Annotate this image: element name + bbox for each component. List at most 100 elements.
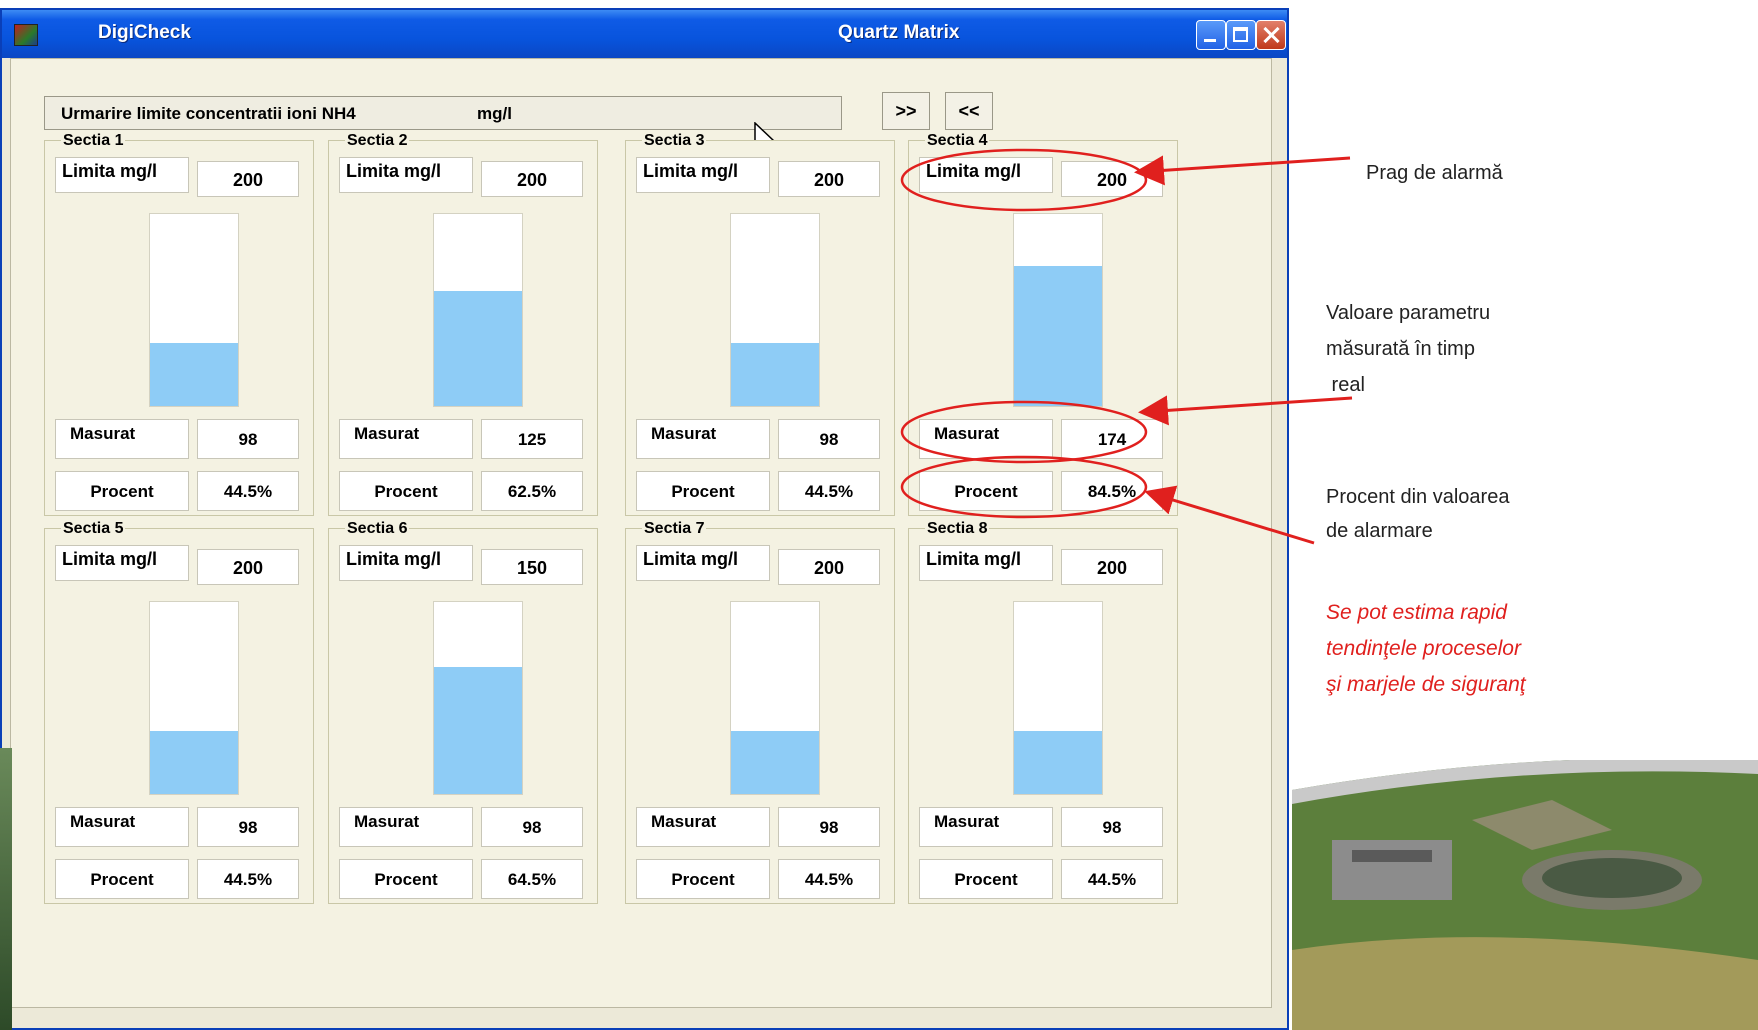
measured-label: Masurat [636, 807, 770, 847]
measured-value: 98 [1061, 807, 1163, 847]
percent-label: Procent [339, 471, 473, 511]
annotation-percent-line1: Procent din valoarea [1326, 486, 1510, 508]
background-photo-plant [1292, 760, 1758, 1030]
section-panel: Sectia 5 Limita mg/l 200 Masurat 98 Procent 44… [44, 520, 314, 904]
level-bar [730, 213, 820, 407]
percent-label: Procent [636, 471, 770, 511]
section-title: Sectia 8 [925, 520, 990, 538]
section-panel: Sectia 3 Limita mg/l 200 Masurat 98 Procent 44… [625, 132, 895, 516]
limit-value[interactable]: 150 [481, 549, 583, 585]
background-photo-left [0, 748, 12, 1030]
percent-label: Procent [919, 471, 1053, 511]
measured-label: Masurat [55, 807, 189, 847]
limit-label: Limita mg/l [919, 545, 1053, 581]
annotation-measured-value-line3: real [1326, 374, 1365, 396]
level-bar [433, 601, 523, 795]
section-title: Sectia 4 [925, 132, 990, 150]
level-bar-fill [1014, 265, 1102, 406]
percent-value: 44.5% [778, 471, 880, 511]
level-bar-fill [434, 667, 522, 794]
measured-label: Masurat [339, 419, 473, 459]
level-bar [1013, 601, 1103, 795]
level-bar [149, 601, 239, 795]
limit-value[interactable]: 200 [1061, 549, 1163, 585]
annotation-alarm-threshold: Prag de alarmă [1366, 162, 1503, 184]
limit-label: Limita mg/l [55, 157, 189, 193]
level-bar-fill [434, 290, 522, 406]
measured-label: Masurat [55, 419, 189, 459]
section-title: Sectia 1 [61, 132, 126, 150]
note-line2: tendinţele proceselor [1326, 637, 1521, 660]
limit-label: Limita mg/l [636, 157, 770, 193]
percent-value: 64.5% [481, 859, 583, 899]
level-bar-fill [150, 730, 238, 794]
measured-label: Masurat [919, 807, 1053, 847]
measured-value: 98 [778, 807, 880, 847]
limit-value[interactable]: 200 [481, 161, 583, 197]
level-bar-fill [150, 342, 238, 406]
app-icon [14, 24, 38, 46]
level-bar-fill [731, 342, 819, 406]
section-panel: Sectia 7 Limita mg/l 200 Masurat 98 Procent 44… [625, 520, 895, 904]
limit-label: Limita mg/l [55, 545, 189, 581]
measured-value: 98 [197, 419, 299, 459]
title-bar[interactable]: DigiCheck Quartz Matrix [2, 10, 1287, 58]
note-line1: Se pot estima rapid [1326, 601, 1507, 624]
previous-page-button[interactable]: << [945, 92, 993, 130]
level-bar [149, 213, 239, 407]
section-title: Sectia 7 [642, 520, 707, 538]
limit-value[interactable]: 200 [778, 161, 880, 197]
annotation-measured-value-line2: măsurată în timp [1326, 338, 1475, 360]
section-panel: Sectia 1 Limita mg/l 200 Masurat 98 Procent 44… [44, 132, 314, 516]
percent-value: 62.5% [481, 471, 583, 511]
level-bar [433, 213, 523, 407]
percent-value: 84.5% [1061, 471, 1163, 511]
limit-label: Limita mg/l [636, 545, 770, 581]
limit-label: Limita mg/l [919, 157, 1053, 193]
percent-label: Procent [55, 471, 189, 511]
limit-value[interactable]: 200 [778, 549, 880, 585]
limit-value[interactable]: 200 [197, 549, 299, 585]
note-line3: şi marjele de siguranţ [1326, 673, 1526, 696]
header-unit: mg/l [477, 104, 512, 123]
header-field: Urmarire limite concentratii ioni NH4 mg… [44, 96, 842, 130]
level-bar [1013, 213, 1103, 407]
limit-value[interactable]: 200 [197, 161, 299, 197]
maximize-button[interactable] [1226, 20, 1256, 50]
section-panel: Sectia 8 Limita mg/l 200 Masurat 98 Procent 44… [908, 520, 1178, 904]
percent-label: Procent [339, 859, 473, 899]
app-name: DigiCheck [98, 22, 191, 43]
section-panel: Sectia 6 Limita mg/l 150 Masurat 98 Procent 64… [328, 520, 598, 904]
measured-label: Masurat [919, 419, 1053, 459]
measured-label: Masurat [339, 807, 473, 847]
annotation-percent-line2: de alarmare [1326, 520, 1433, 542]
measured-value: 98 [481, 807, 583, 847]
minimize-button[interactable] [1196, 20, 1226, 50]
limit-value[interactable]: 200 [1061, 161, 1163, 197]
section-title: Sectia 6 [345, 520, 410, 538]
next-page-button[interactable]: >> [882, 92, 930, 130]
header-title: Urmarire limite concentratii ioni NH4 [61, 104, 356, 123]
close-button[interactable] [1256, 20, 1286, 50]
window-title: Quartz Matrix [838, 22, 960, 43]
section-title: Sectia 3 [642, 132, 707, 150]
section-panel: Sectia 2 Limita mg/l 200 Masurat 125 Procent 6… [328, 132, 598, 516]
percent-label: Procent [636, 859, 770, 899]
limit-label: Limita mg/l [339, 545, 473, 581]
percent-value: 44.5% [1061, 859, 1163, 899]
percent-value: 44.5% [197, 859, 299, 899]
measured-value: 98 [197, 807, 299, 847]
annotation-measured-value-line1: Valoare parametru [1326, 302, 1491, 324]
percent-label: Procent [919, 859, 1053, 899]
percent-value: 44.5% [197, 471, 299, 511]
level-bar-fill [1014, 730, 1102, 794]
section-panel: Sectia 4 Limita mg/l 200 Masurat 174 Procent 8… [908, 132, 1178, 516]
level-bar-fill [731, 730, 819, 794]
measured-label: Masurat [636, 419, 770, 459]
measured-value: 125 [481, 419, 583, 459]
measured-value: 98 [778, 419, 880, 459]
measured-value: 174 [1061, 419, 1163, 459]
level-bar [730, 601, 820, 795]
limit-label: Limita mg/l [339, 157, 473, 193]
section-title: Sectia 5 [61, 520, 126, 538]
